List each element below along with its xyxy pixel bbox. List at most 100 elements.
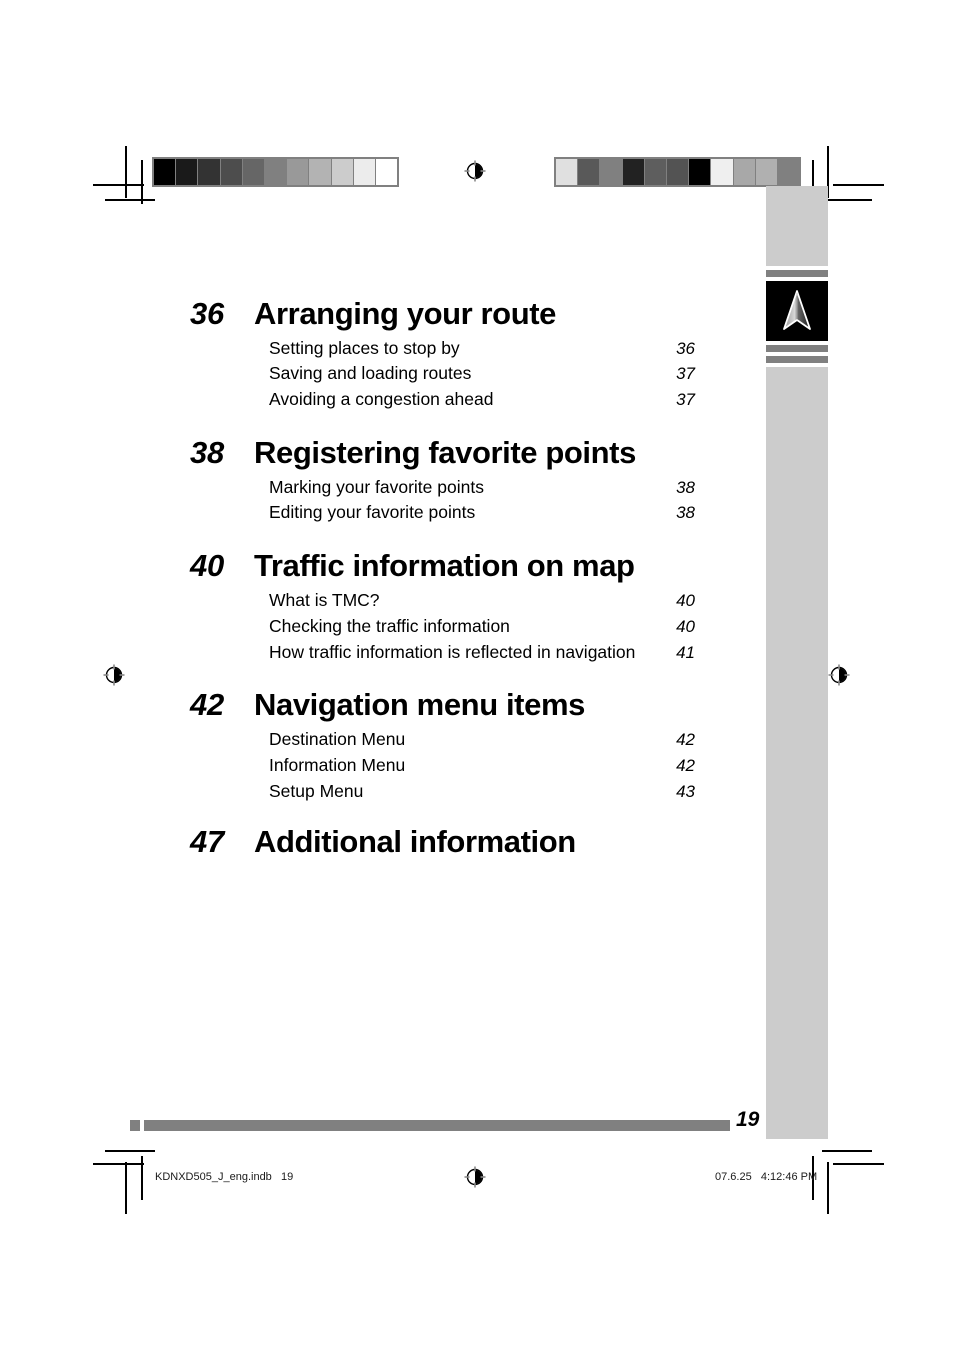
toc-section: 42 Navigation menu items Destination Men… bbox=[190, 687, 695, 804]
calibration-swatch bbox=[154, 159, 177, 185]
toc-section-title: Navigation menu items bbox=[254, 687, 585, 723]
toc-section-number: 42 bbox=[190, 687, 224, 723]
toc-entry[interactable]: Avoiding a congestion ahead 37 bbox=[190, 387, 695, 413]
toc-entry[interactable]: Information Menu 42 bbox=[190, 753, 695, 779]
toc-entry[interactable]: Checking the traffic information 40 bbox=[190, 614, 695, 640]
toc-entry[interactable]: What is TMC? 40 bbox=[190, 588, 695, 614]
calibration-swatch bbox=[375, 159, 398, 185]
calibration-swatch bbox=[264, 159, 288, 185]
crop-mark-bottom-left-horizontal bbox=[93, 1163, 144, 1165]
toc-section-number: 47 bbox=[190, 824, 224, 860]
calibration-swatch bbox=[331, 159, 354, 185]
crop-mark-bottom-left-vertical bbox=[125, 1162, 127, 1214]
side-tab-rule bbox=[766, 345, 828, 352]
toc-entry[interactable]: Saving and loading routes 37 bbox=[190, 361, 695, 387]
toc-entry-label: Avoiding a congestion ahead bbox=[269, 389, 494, 410]
calibration-swatch bbox=[176, 159, 199, 185]
toc-section: 40 Traffic information on map What is TM… bbox=[190, 548, 695, 665]
toc-section-heading[interactable]: 36 Arranging your route bbox=[190, 296, 695, 332]
crop-mark-bottom-right-vertical bbox=[827, 1162, 829, 1214]
toc-entry-label: How traffic information is reflected in … bbox=[269, 641, 636, 662]
toc-entry-page: 36 bbox=[676, 338, 695, 358]
toc-item-list: Setting places to stop by 36 Saving and … bbox=[190, 336, 695, 413]
footer-rule-bar bbox=[130, 1120, 730, 1131]
toc-entry[interactable]: Marking your favorite points 38 bbox=[190, 475, 695, 501]
toc-entry-page: 38 bbox=[676, 503, 695, 523]
toc-section-heading[interactable]: 38 Registering favorite points bbox=[190, 435, 695, 471]
toc-section: 47 Additional information bbox=[190, 824, 695, 860]
toc-entry[interactable]: How traffic information is reflected in … bbox=[190, 640, 695, 666]
navigation-arrow-icon bbox=[766, 281, 828, 341]
calibration-swatch bbox=[309, 159, 332, 185]
toc-item-list: What is TMC? 40 Checking the traffic inf… bbox=[190, 588, 695, 665]
toc-entry[interactable]: Setup Menu 43 bbox=[190, 779, 695, 805]
crop-mark-bottom-right-horizontal bbox=[833, 1163, 884, 1165]
page-number: 19 bbox=[736, 1108, 760, 1131]
toc-entry[interactable]: Setting places to stop by 36 bbox=[190, 336, 695, 362]
calibration-swatch bbox=[777, 159, 800, 185]
calibration-swatch bbox=[755, 159, 778, 185]
toc-entry-label: Setup Menu bbox=[269, 780, 364, 801]
crop-mark-top-left-horizontal bbox=[93, 184, 144, 186]
toc-entry-label: Information Menu bbox=[269, 754, 406, 775]
toc-section: 36 Arranging your route Setting places t… bbox=[190, 296, 695, 413]
calibration-swatch bbox=[666, 159, 690, 185]
toc-entry[interactable]: Editing your favorite points 38 bbox=[190, 500, 695, 526]
side-thumb-tab bbox=[766, 186, 828, 1139]
toc-section-number: 38 bbox=[190, 435, 224, 471]
toc-entry-label: Destination Menu bbox=[269, 728, 406, 749]
toc-entry-page: 42 bbox=[676, 755, 695, 775]
toc-item-list: Destination Menu 42 Information Menu 42 … bbox=[190, 727, 695, 804]
crop-mark-top-left-inner-horizontal bbox=[105, 199, 155, 201]
toc-section-heading[interactable]: 42 Navigation menu items bbox=[190, 687, 695, 723]
toc-section-title: Registering favorite points bbox=[254, 435, 636, 471]
calibration-swatch bbox=[578, 159, 601, 185]
toc-section-number: 40 bbox=[190, 548, 224, 584]
toc-entry-page: 43 bbox=[676, 781, 695, 801]
crop-mark-top-left-inner-vertical bbox=[141, 160, 143, 204]
toc-entry-label: Checking the traffic information bbox=[269, 615, 510, 636]
toc-entry-page: 41 bbox=[676, 642, 695, 662]
calibration-swatch bbox=[220, 159, 243, 185]
table-of-contents: 36 Arranging your route Setting places t… bbox=[190, 296, 695, 864]
grayscale-calibration-bar-right bbox=[554, 157, 801, 187]
toc-section-number: 36 bbox=[190, 296, 224, 331]
registration-mark-left bbox=[103, 664, 125, 686]
calibration-swatch bbox=[689, 159, 712, 185]
crop-mark-bottom-left-inner-horizontal bbox=[105, 1150, 155, 1152]
crop-mark-top-right-inner-horizontal bbox=[822, 199, 872, 201]
side-tab-bottom-block bbox=[766, 367, 828, 1139]
toc-section: 38 Registering favorite points Marking y… bbox=[190, 435, 695, 526]
toc-item-list: Marking your favorite points 38 Editing … bbox=[190, 475, 695, 527]
imprint-filename: KDNXD505_J_eng.indb 19 bbox=[155, 1171, 294, 1183]
grayscale-calibration-bar-left bbox=[152, 157, 399, 187]
calibration-swatch bbox=[600, 159, 623, 185]
toc-entry-label: Editing your favorite points bbox=[269, 502, 476, 523]
toc-entry-label: What is TMC? bbox=[269, 589, 380, 610]
calibration-swatch bbox=[622, 159, 645, 185]
toc-entry[interactable]: Destination Menu 42 bbox=[190, 727, 695, 753]
toc-entry-page: 38 bbox=[676, 477, 695, 497]
registration-mark-right bbox=[828, 664, 850, 686]
calibration-swatch bbox=[711, 159, 734, 185]
calibration-swatch bbox=[287, 159, 310, 185]
crop-mark-top-right-horizontal bbox=[833, 184, 884, 186]
calibration-swatch bbox=[242, 159, 265, 185]
toc-section-heading[interactable]: 47 Additional information bbox=[190, 824, 695, 860]
registration-mark-top-center bbox=[464, 160, 486, 182]
calibration-swatch bbox=[733, 159, 756, 185]
footer-rule-notch bbox=[140, 1120, 144, 1131]
toc-entry-page: 40 bbox=[676, 616, 695, 636]
calibration-swatch bbox=[353, 159, 376, 185]
toc-entry-label: Setting places to stop by bbox=[269, 337, 460, 358]
toc-section-heading[interactable]: 40 Traffic information on map bbox=[190, 548, 695, 584]
toc-entry-label: Marking your favorite points bbox=[269, 476, 484, 497]
calibration-swatch bbox=[644, 159, 667, 185]
toc-entry-label: Saving and loading routes bbox=[269, 363, 472, 384]
calibration-swatch bbox=[556, 159, 579, 185]
toc-section-title: Arranging your route bbox=[254, 296, 557, 331]
